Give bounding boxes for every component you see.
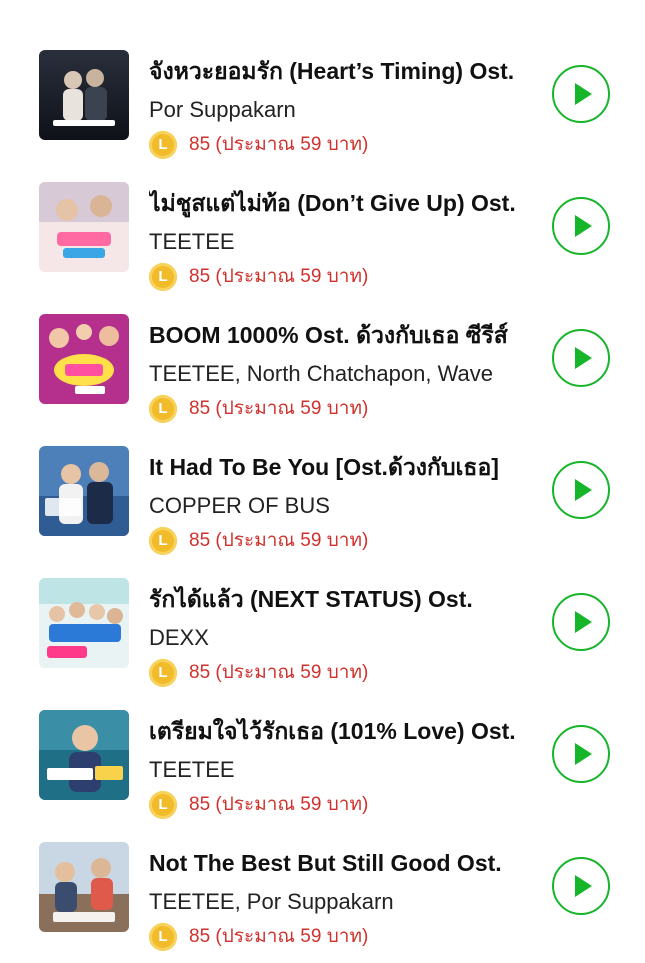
track-list: จังหวะยอมรัก (Heart’s Timing) Ost. Por S… [0,0,645,963]
play-button[interactable] [552,593,610,651]
track-title[interactable]: Not The Best But Still Good Ost. [149,848,524,878]
track-price: 85 (ประมาณ 59 บาท) [189,926,369,947]
track-price: 85 (ประมาณ 59 บาท) [189,398,369,419]
play-button[interactable] [552,329,610,387]
track-row[interactable]: จังหวะยอมรัก (Heart’s Timing) Ost. Por S… [0,30,645,162]
line-coin-icon: L [149,659,177,687]
line-coin-icon: L [149,131,177,159]
track-artist[interactable]: TEETEE [149,756,524,784]
play-icon [575,215,592,237]
track-row[interactable]: It Had To Be You [Ost.ด้วงกับเธอ] COPPER… [0,426,645,558]
line-coin-icon: L [149,395,177,423]
play-button[interactable] [552,725,610,783]
play-icon [575,875,592,897]
play-icon [575,611,592,633]
track-title[interactable]: รักได้แล้ว (NEXT STATUS) Ost. [149,584,524,614]
album-cover[interactable] [39,182,129,272]
track-title[interactable]: ไม่ชูสแต่ไม่ท้อ (Don’t Give Up) Ost. [149,188,524,218]
play-button[interactable] [552,197,610,255]
album-cover[interactable] [39,578,129,668]
track-price: 85 (ประมาณ 59 บาท) [189,794,369,815]
track-title[interactable]: It Had To Be You [Ost.ด้วงกับเธอ] [149,452,524,482]
play-icon [575,479,592,501]
track-row[interactable]: ไม่ชูสแต่ไม่ท้อ (Don’t Give Up) Ost. TEE… [0,162,645,294]
track-row[interactable]: เตรียมใจไว้รักเธอ (101% Love) Ost. TEETE… [0,690,645,822]
track-row[interactable]: รักได้แล้ว (NEXT STATUS) Ost. DEXX L 85 … [0,558,645,690]
album-cover[interactable] [39,446,129,536]
track-artist[interactable]: TEETEE, North Chatchapon, Wave [149,360,524,388]
album-cover[interactable] [39,50,129,140]
play-icon [575,743,592,765]
play-icon [575,347,592,369]
album-cover[interactable] [39,842,129,932]
track-artist[interactable]: COPPER OF BUS [149,492,524,520]
track-price: 85 (ประมาณ 59 บาท) [189,266,369,287]
track-title[interactable]: BOOM 1000% Ost. ด้วงกับเธอ ซีรีส์ [149,320,524,350]
track-artist[interactable]: TEETEE [149,228,524,256]
play-button[interactable] [552,857,610,915]
track-row[interactable]: Not The Best But Still Good Ost. TEETEE,… [0,822,645,954]
track-price: 85 (ประมาณ 59 บาท) [189,662,369,683]
track-artist[interactable]: Por Suppakarn [149,96,524,124]
line-coin-icon: L [149,923,177,951]
play-button[interactable] [552,65,610,123]
line-coin-icon: L [149,263,177,291]
track-title[interactable]: จังหวะยอมรัก (Heart’s Timing) Ost. [149,56,524,86]
track-title[interactable]: เตรียมใจไว้รักเธอ (101% Love) Ost. [149,716,524,746]
track-artist[interactable]: TEETEE, Por Suppakarn [149,888,524,916]
line-coin-icon: L [149,527,177,555]
track-artist[interactable]: DEXX [149,624,524,652]
play-button[interactable] [552,461,610,519]
track-price: 85 (ประมาณ 59 บาท) [189,530,369,551]
album-cover[interactable] [39,314,129,404]
play-icon [575,83,592,105]
line-coin-icon: L [149,791,177,819]
track-row[interactable]: BOOM 1000% Ost. ด้วงกับเธอ ซีรีส์ TEETEE… [0,294,645,426]
track-price: 85 (ประมาณ 59 บาท) [189,134,369,155]
album-cover[interactable] [39,710,129,800]
